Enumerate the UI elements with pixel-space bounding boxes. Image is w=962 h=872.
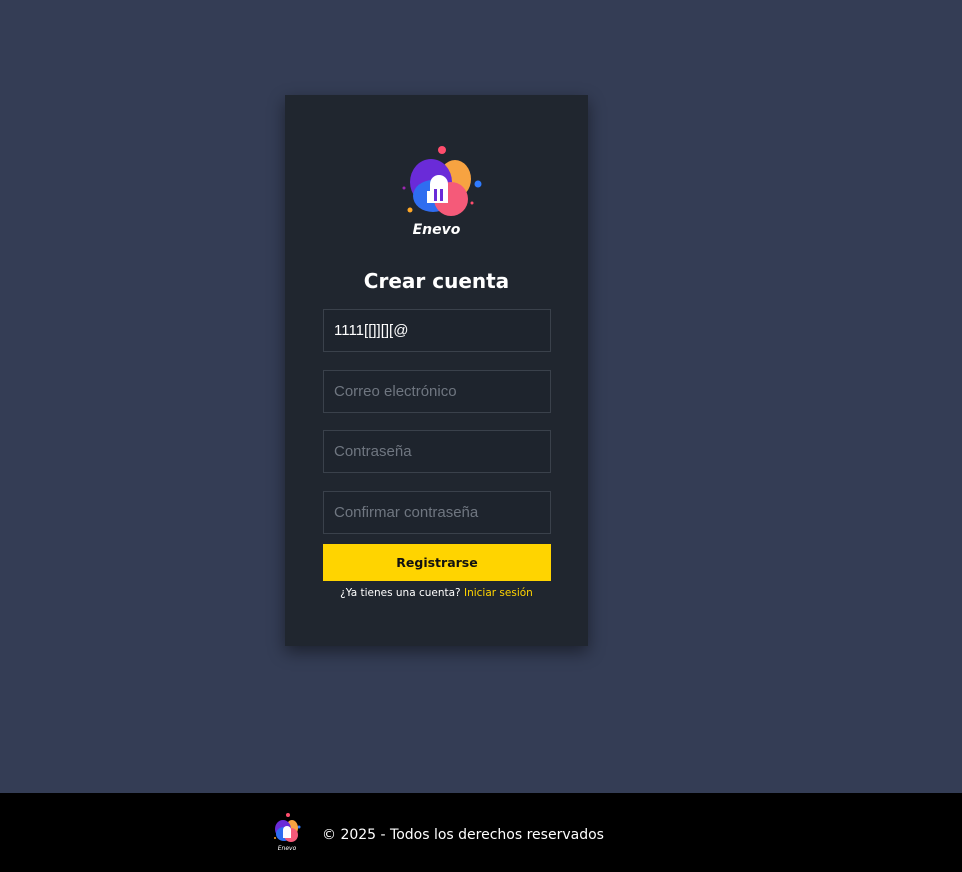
login-link[interactable]: Iniciar sesión — [464, 587, 533, 599]
footer: Enevo © 2025 - Todos los derechos reserv… — [0, 793, 962, 872]
footer-copyright: © 2025 - Todos los derechos reservados — [322, 827, 604, 843]
page-background: Enevo Crear cuenta Registrarse ¿Ya tiene… — [0, 0, 962, 872]
login-prompt-text: ¿Ya tienes una cuenta? — [340, 587, 461, 599]
brand-name: Enevo — [412, 222, 461, 238]
register-card: Enevo Crear cuenta Registrarse ¿Ya tiene… — [285, 95, 588, 646]
page-title: Crear cuenta — [363, 269, 510, 293]
password-field[interactable] — [323, 430, 551, 473]
login-prompt-row: ¿Ya tienes una cuenta? Iniciar sesión — [285, 587, 588, 599]
register-button[interactable]: Registrarse — [323, 544, 551, 581]
confirm-password-field[interactable] — [323, 491, 551, 534]
email-field[interactable] — [323, 370, 551, 413]
footer-logo-label: Enevo — [277, 845, 297, 852]
footer-logo-icon: Enevo — [272, 811, 302, 855]
username-field[interactable] — [323, 309, 551, 352]
